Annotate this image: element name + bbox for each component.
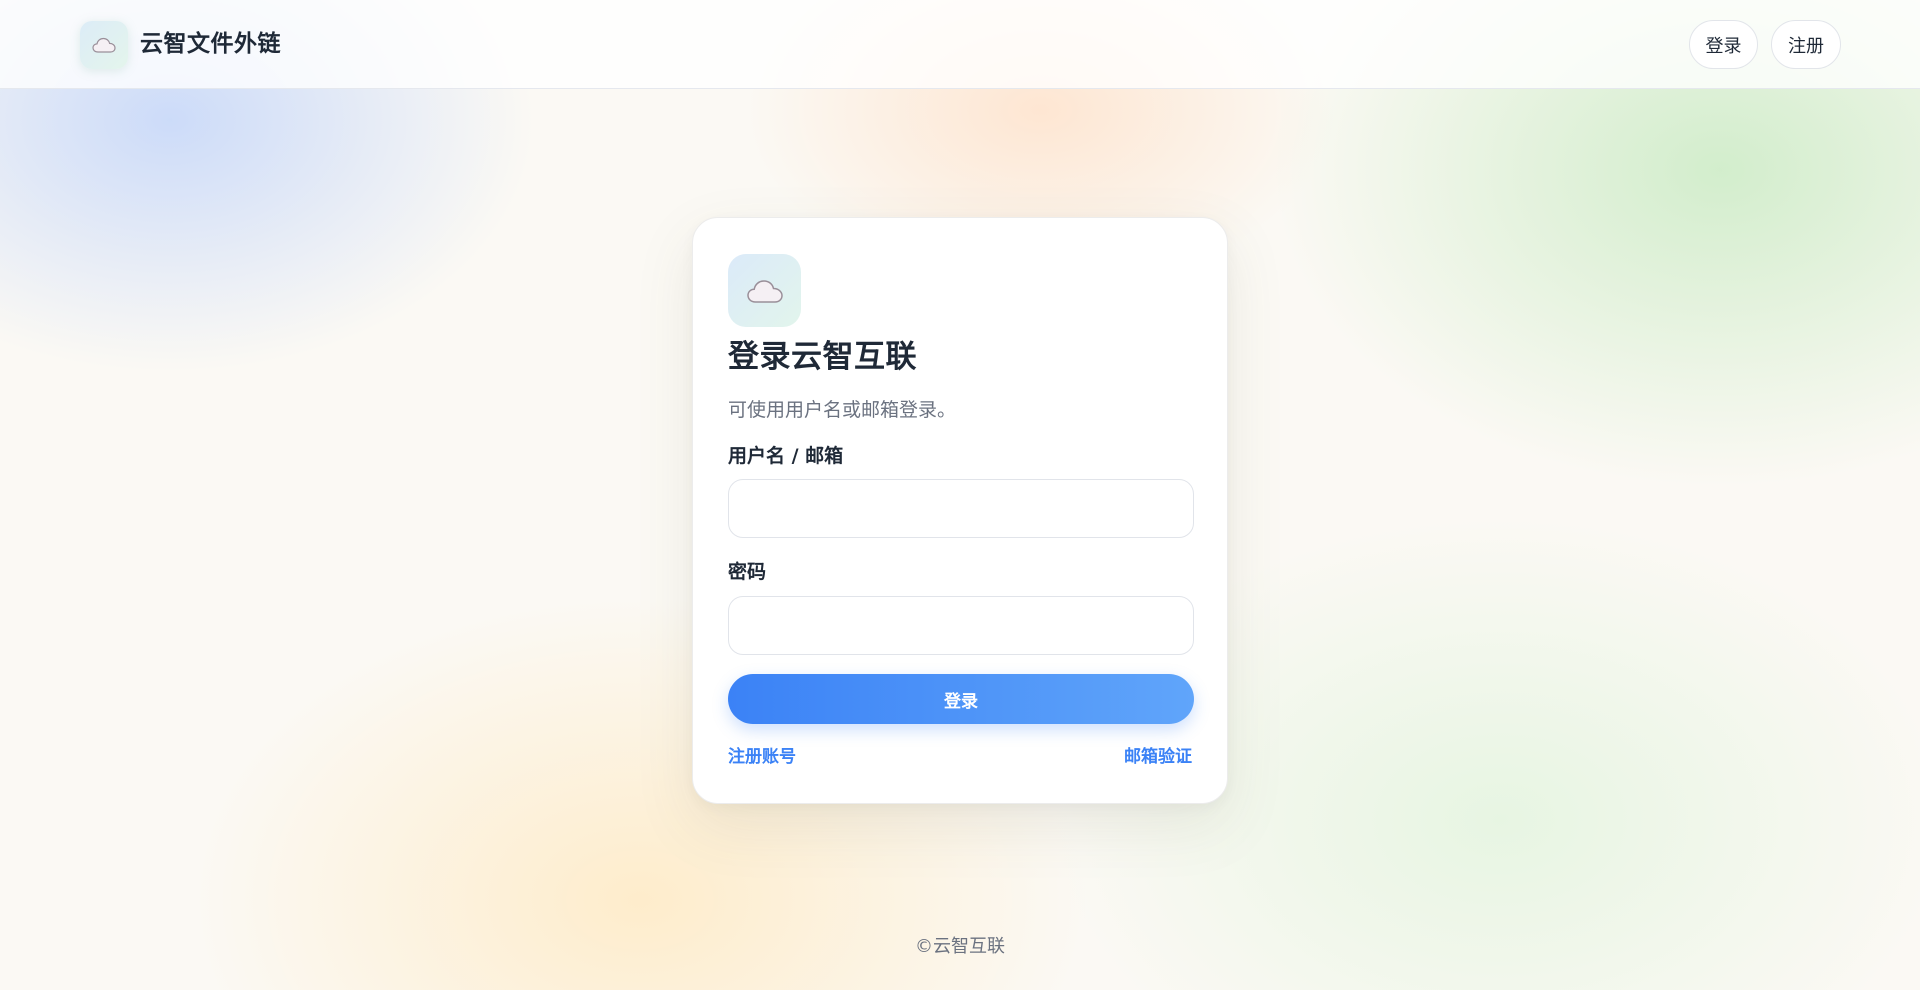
username-label: 用户名 / 邮箱 — [728, 445, 844, 467]
brand-logo[interactable] — [80, 21, 128, 69]
nav-register-button[interactable]: 注册 — [1771, 20, 1841, 69]
login-subtitle: 可使用用户名或邮箱登录。 — [728, 399, 957, 421]
brand-name[interactable]: 云智文件外链 — [140, 29, 281, 59]
footer-copyright: ©云智互联 — [915, 936, 1005, 957]
password-label: 密码 — [728, 561, 767, 583]
login-title: 登录云智互联 — [728, 339, 917, 375]
cloud-icon — [92, 37, 116, 53]
login-card: 登录云智互联 可使用用户名或邮箱登录。 用户名 / 邮箱 密码 登录 注册账号 … — [692, 217, 1228, 804]
email-verify-link[interactable]: 邮箱验证 — [1124, 746, 1192, 768]
top-navbar: 云智文件外链 登录 注册 — [0, 0, 1920, 89]
cloud-icon — [746, 279, 783, 303]
login-submit-button[interactable]: 登录 — [728, 674, 1194, 724]
register-account-link[interactable]: 注册账号 — [728, 746, 796, 768]
username-input[interactable] — [728, 479, 1194, 538]
password-input[interactable] — [728, 596, 1194, 655]
card-logo — [728, 254, 801, 327]
nav-login-button[interactable]: 登录 — [1689, 20, 1758, 69]
